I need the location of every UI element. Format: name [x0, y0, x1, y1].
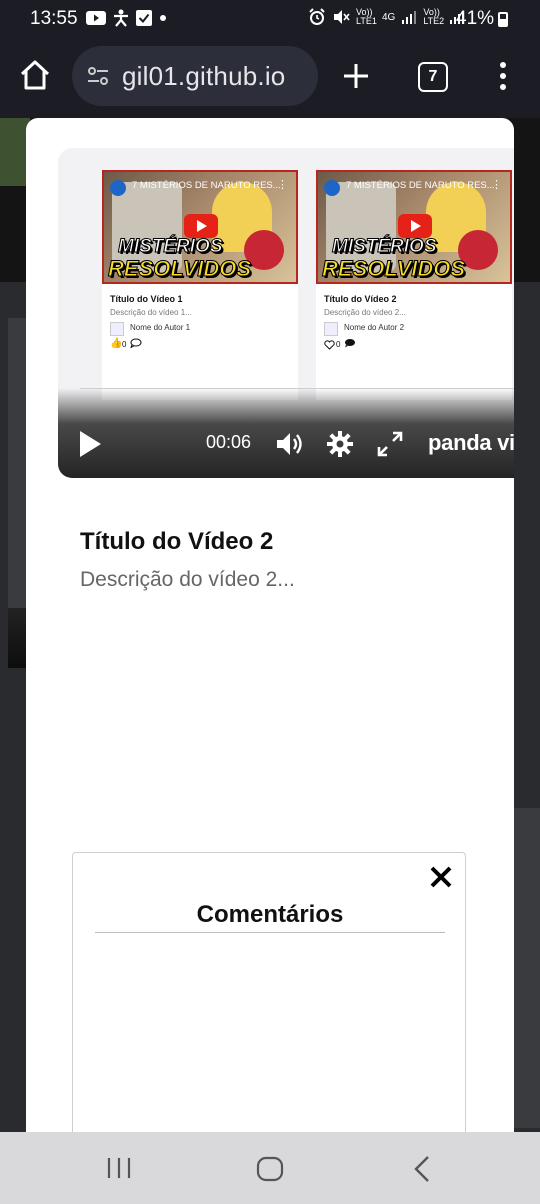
system-icons: Vo)) LTE1 4G Vo)) LTE2 — [308, 8, 465, 26]
card-title: Título do Vídeo 2 — [324, 294, 397, 304]
panda-video-logo[interactable]: panda video — [428, 430, 514, 456]
youtube-play-icon[interactable] — [398, 214, 432, 238]
background-strip — [514, 808, 540, 1128]
video-card[interactable]: 7 MISTÉRIOS DE NARUTO RES... ⋮ MISTÉRIOS… — [316, 170, 512, 400]
status-time: 13:55 — [30, 8, 78, 29]
home-icon[interactable] — [18, 58, 52, 92]
url-text: gil01.github.io — [122, 60, 286, 91]
status-bar: 13:55 Vo)) LTE1 4G Vo)) LTE2 41% — [0, 0, 540, 38]
address-bar[interactable]: gil01.github.io — [72, 46, 318, 106]
card-title: Título do Vídeo 1 — [110, 294, 183, 304]
card-description: Descrição do vídeo 1... — [110, 308, 192, 317]
site-settings-icon[interactable] — [84, 62, 112, 90]
youtube-notification-icon — [86, 11, 106, 25]
thumbnail-menu-icon: ⋮ — [277, 179, 288, 191]
volume-icon[interactable] — [274, 429, 304, 459]
thumbnail-video-title: 7 MISTÉRIOS DE NARUTO RES... — [346, 180, 495, 191]
comment-filled-icon[interactable] — [344, 338, 356, 348]
comment-outline-icon[interactable] — [130, 338, 142, 348]
like-count: 0 — [336, 340, 341, 349]
checkbox-notification-icon — [136, 10, 152, 26]
heart-outline-icon[interactable] — [324, 340, 335, 350]
comments-heading: Comentários — [196, 901, 344, 928]
card-description: Descrição do vídeo 2... — [324, 308, 406, 317]
channel-logo-icon — [110, 180, 126, 196]
comments-panel: Comentários — [72, 852, 466, 1132]
thumbnail-video-title: 7 MISTÉRIOS DE NARUTO RES... — [132, 180, 281, 191]
dot-notification-icon — [160, 15, 166, 21]
signal-1-icon — [402, 11, 417, 24]
thumbnail-text-line1: MISTÉRIOS — [332, 236, 438, 258]
channel-logo-icon — [324, 180, 340, 196]
system-nav-bar — [0, 1132, 540, 1204]
thumbnail-menu-icon: ⋮ — [491, 179, 502, 191]
settings-gear-icon[interactable] — [326, 430, 354, 458]
home-button-icon[interactable] — [256, 1156, 284, 1182]
figure-notification-icon — [114, 9, 128, 27]
battery-icon — [498, 12, 508, 27]
thumbnail-text-line1: MISTÉRIOS — [118, 236, 224, 258]
video-card[interactable]: 7 MISTÉRIOS DE NARUTO RES... ⋮ MISTÉRIOS… — [102, 170, 298, 400]
network-type-label: 4G — [382, 11, 396, 23]
recent-apps-icon[interactable] — [106, 1156, 132, 1180]
browser-toolbar: gil01.github.io 7 — [0, 38, 540, 118]
video-thumbnail[interactable]: 7 MISTÉRIOS DE NARUTO RES... ⋮ MISTÉRIOS… — [316, 170, 512, 284]
video-title: Título do Vídeo 2 — [80, 528, 274, 555]
network-1-label: Vo)) LTE1 — [356, 7, 377, 26]
close-icon[interactable] — [429, 865, 453, 889]
video-description: Descrição do vídeo 2... — [80, 568, 295, 591]
thumbnail-text-line2: RESOLVIDOS — [321, 256, 466, 282]
video-player[interactable]: 7 MISTÉRIOS DE NARUTO RES... ⋮ MISTÉRIOS… — [58, 148, 514, 478]
thumbnail-text-line2: RESOLVIDOS — [107, 256, 252, 282]
network-2-label: Vo)) LTE2 — [423, 7, 445, 26]
play-icon[interactable] — [78, 430, 102, 458]
new-tab-icon[interactable] — [340, 60, 372, 92]
author-avatar — [324, 322, 338, 336]
card-author: Nome do Autor 2 — [344, 323, 405, 332]
more-menu-icon[interactable] — [494, 60, 512, 92]
card-author: Nome do Autor 1 — [130, 323, 191, 332]
like-count: 0 — [122, 340, 127, 349]
mute-icon — [334, 10, 350, 24]
like-filled-icon[interactable]: 👍 — [110, 338, 122, 349]
fullscreen-icon[interactable] — [376, 430, 404, 458]
youtube-play-icon[interactable] — [184, 214, 218, 238]
back-icon[interactable] — [412, 1154, 432, 1184]
battery-percent: 41% — [456, 8, 495, 29]
timecode: 00:06 — [206, 432, 252, 452]
divider — [95, 932, 445, 933]
player-controls: 00:06 panda video — [58, 388, 514, 478]
tab-switcher-button[interactable]: 7 — [418, 62, 448, 92]
notification-icons — [86, 9, 168, 27]
video-modal: 7 MISTÉRIOS DE NARUTO RES... ⋮ MISTÉRIOS… — [26, 118, 514, 1132]
background-strip — [8, 608, 28, 668]
alarm-icon — [309, 8, 325, 25]
author-avatar — [110, 322, 124, 336]
video-thumbnail[interactable]: 7 MISTÉRIOS DE NARUTO RES... ⋮ MISTÉRIOS… — [102, 170, 298, 284]
